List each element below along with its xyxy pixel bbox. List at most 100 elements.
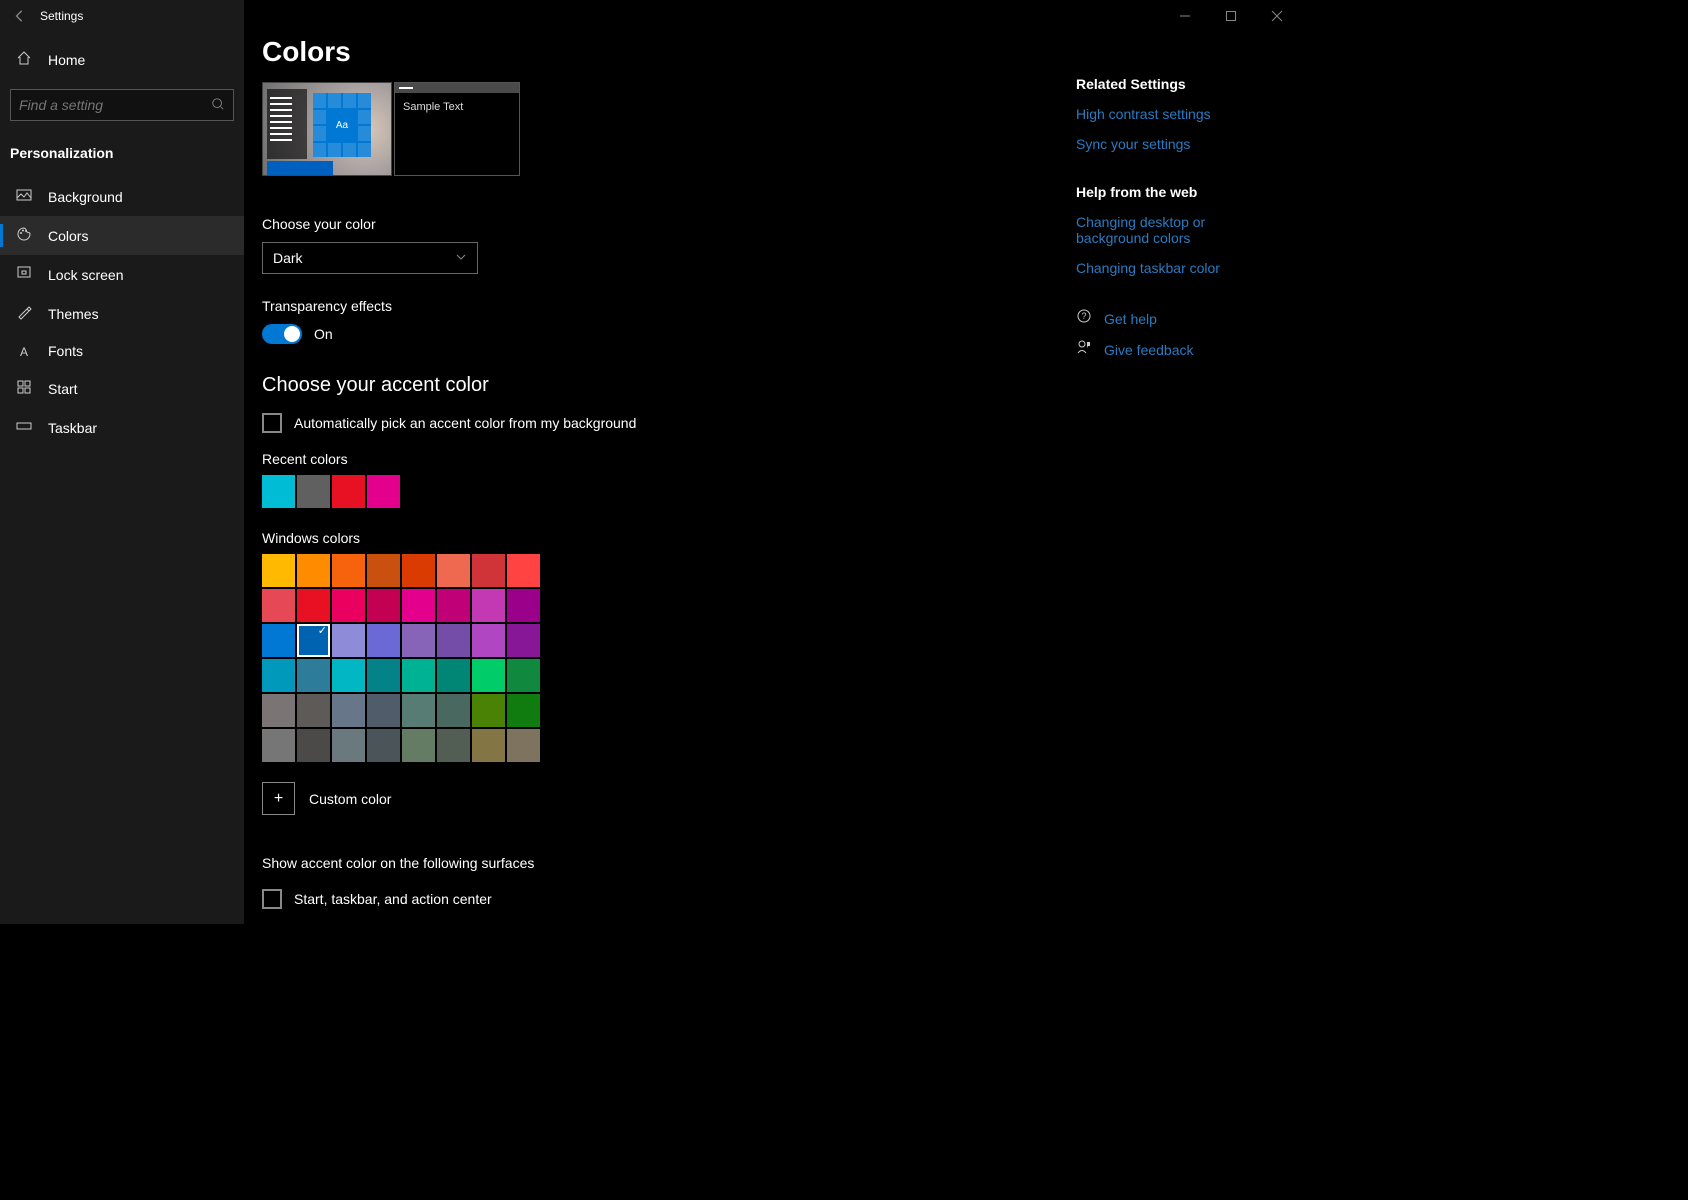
windows-color-swatch[interactable] <box>367 659 400 692</box>
recent-color-swatch[interactable] <box>262 475 295 508</box>
windows-color-swatch[interactable] <box>332 589 365 622</box>
palette-icon <box>16 226 32 245</box>
windows-color-swatch[interactable] <box>297 554 330 587</box>
sidebar-item-start[interactable]: Start <box>0 369 244 408</box>
right-panel: Related Settings High contrast settings … <box>1076 76 1276 370</box>
auto-pick-row[interactable]: Automatically pick an accent color from … <box>262 413 1300 433</box>
transparency-toggle[interactable] <box>262 324 302 344</box>
windows-color-swatch[interactable] <box>507 659 540 692</box>
recent-color-swatch[interactable] <box>367 475 400 508</box>
get-help-link[interactable]: Get help <box>1104 311 1157 327</box>
sidebar-item-taskbar[interactable]: Taskbar <box>0 408 244 447</box>
windows-color-swatch[interactable] <box>332 694 365 727</box>
feedback-row[interactable]: Give feedback <box>1076 339 1276 360</box>
windows-color-swatch[interactable] <box>402 624 435 657</box>
windows-color-swatch[interactable] <box>402 694 435 727</box>
windows-color-swatch[interactable] <box>297 694 330 727</box>
surface-start-checkbox[interactable] <box>262 889 282 909</box>
windows-color-swatch[interactable] <box>297 729 330 762</box>
windows-color-swatch[interactable] <box>297 624 330 657</box>
start-icon <box>16 379 32 398</box>
sidebar-category: Personalization <box>0 137 244 177</box>
auto-pick-checkbox[interactable] <box>262 413 282 433</box>
windows-color-swatch[interactable] <box>507 694 540 727</box>
recent-color-swatch[interactable] <box>297 475 330 508</box>
windows-color-swatch[interactable] <box>262 694 295 727</box>
windows-color-swatch[interactable] <box>332 554 365 587</box>
search-input[interactable] <box>19 97 211 113</box>
search-box[interactable] <box>10 89 234 121</box>
surfaces-header: Show accent color on the following surfa… <box>262 855 1300 871</box>
windows-color-swatch[interactable] <box>367 554 400 587</box>
windows-color-swatch[interactable] <box>437 589 470 622</box>
link-high-contrast[interactable]: High contrast settings <box>1076 106 1276 122</box>
nav-label: Taskbar <box>48 420 97 436</box>
link-help-taskbar[interactable]: Changing taskbar color <box>1076 260 1276 276</box>
link-help-bg[interactable]: Changing desktop or background colors <box>1076 214 1276 246</box>
search-icon <box>211 97 225 114</box>
windows-color-swatch[interactable] <box>507 554 540 587</box>
windows-color-swatch[interactable] <box>262 624 295 657</box>
nav-label: Start <box>48 381 78 397</box>
surface-start-row[interactable]: Start, taskbar, and action center <box>262 889 1300 909</box>
windows-color-swatch[interactable] <box>402 729 435 762</box>
titlebar: Settings <box>0 0 244 32</box>
nav-label: Fonts <box>48 343 83 359</box>
custom-color-row[interactable]: + Custom color <box>262 782 1300 815</box>
windows-color-swatch[interactable] <box>297 589 330 622</box>
windows-color-swatch[interactable] <box>402 589 435 622</box>
windows-color-swatch[interactable] <box>437 694 470 727</box>
windows-color-swatch[interactable] <box>367 729 400 762</box>
windows-color-swatch[interactable] <box>332 729 365 762</box>
preview-aa: Aa <box>328 110 356 141</box>
nav-label: Background <box>48 189 123 205</box>
windows-color-swatch[interactable] <box>332 659 365 692</box>
windows-color-swatch[interactable] <box>472 659 505 692</box>
help-icon: ? <box>1076 308 1092 329</box>
windows-color-swatch[interactable] <box>297 659 330 692</box>
windows-color-swatch[interactable] <box>437 624 470 657</box>
windows-color-swatch[interactable] <box>472 624 505 657</box>
link-sync-settings[interactable]: Sync your settings <box>1076 136 1276 152</box>
windows-color-swatch[interactable] <box>472 694 505 727</box>
plus-icon[interactable]: + <box>262 782 295 815</box>
transparency-state: On <box>314 326 333 342</box>
windows-color-swatch[interactable] <box>367 694 400 727</box>
windows-color-swatch[interactable] <box>367 589 400 622</box>
color-mode-dropdown[interactable]: Dark <box>262 242 478 274</box>
windows-color-swatch[interactable] <box>332 624 365 657</box>
get-help-row[interactable]: ? Get help <box>1076 308 1276 329</box>
recent-colors <box>262 475 1300 508</box>
accent-header: Choose your accent color <box>262 374 1300 397</box>
recent-color-swatch[interactable] <box>332 475 365 508</box>
windows-color-swatch[interactable] <box>262 554 295 587</box>
windows-color-swatch[interactable] <box>472 589 505 622</box>
windows-color-swatch[interactable] <box>437 729 470 762</box>
image-icon <box>16 187 32 206</box>
sidebar-item-lockscreen[interactable]: Lock screen <box>0 255 244 294</box>
windows-color-swatch[interactable] <box>507 624 540 657</box>
windows-color-swatch[interactable] <box>262 589 295 622</box>
sidebar-home[interactable]: Home <box>0 40 244 79</box>
windows-color-swatch[interactable] <box>367 624 400 657</box>
sidebar-item-background[interactable]: Background <box>0 177 244 216</box>
nav-label: Themes <box>48 306 99 322</box>
windows-color-swatch[interactable] <box>402 554 435 587</box>
sidebar-item-colors[interactable]: Colors <box>0 216 244 255</box>
windows-color-swatch[interactable] <box>507 729 540 762</box>
windows-color-swatch[interactable] <box>262 729 295 762</box>
sidebar-item-themes[interactable]: Themes <box>0 294 244 333</box>
windows-color-swatch[interactable] <box>472 729 505 762</box>
sidebar: Home Personalization Background Colors L… <box>0 32 244 924</box>
custom-color-label: Custom color <box>309 791 391 807</box>
windows-color-swatch[interactable] <box>437 554 470 587</box>
windows-color-swatch[interactable] <box>262 659 295 692</box>
back-button[interactable] <box>0 0 40 32</box>
windows-color-swatch[interactable] <box>437 659 470 692</box>
windows-color-swatch[interactable] <box>402 659 435 692</box>
windows-color-swatch[interactable] <box>472 554 505 587</box>
windows-color-swatch[interactable] <box>507 589 540 622</box>
lock-icon <box>16 265 32 284</box>
sidebar-item-fonts[interactable]: A Fonts <box>0 333 244 369</box>
feedback-link[interactable]: Give feedback <box>1104 342 1194 358</box>
